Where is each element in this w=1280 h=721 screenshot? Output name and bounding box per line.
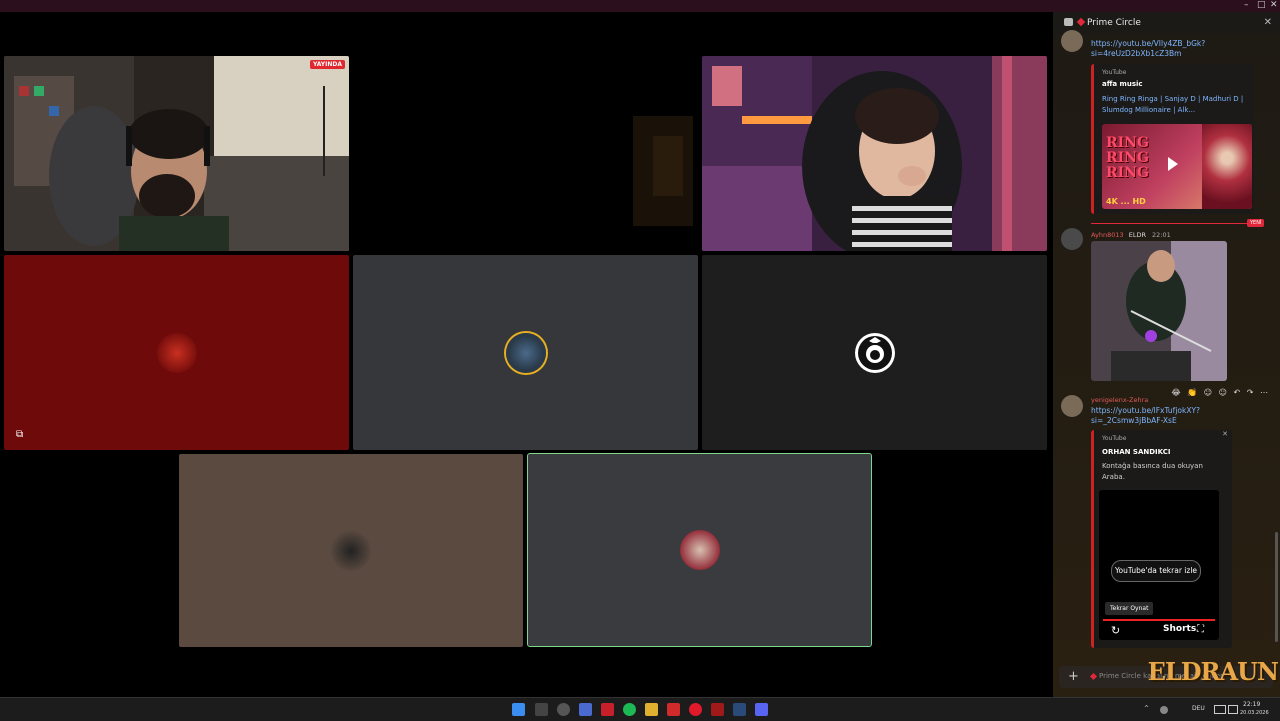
taskbar: ^ DEU 22:19 20.03.2026 — [0, 697, 1280, 721]
video-thumbnail[interactable]: RING RING RING 4K ... HD — [1102, 124, 1252, 209]
embed-source: YouTube — [1102, 435, 1127, 442]
embed-author[interactable]: affa music — [1102, 80, 1143, 88]
window-titlebar: – □ ✕ — [0, 0, 1280, 12]
app-dark-red-icon[interactable] — [711, 703, 724, 716]
app-x-icon[interactable] — [535, 703, 548, 716]
minimize-button[interactable]: – — [1244, 0, 1249, 10]
add-attachment-button[interactable]: + — [1068, 669, 1079, 684]
language-indicator[interactable]: DEU — [1192, 705, 1205, 712]
embed-description: Kontağa basınca dua okuyan Araba. — [1102, 462, 1203, 481]
channel-title: Prime Circle — [1087, 18, 1141, 28]
replay-icon[interactable]: ↻ — [1111, 624, 1120, 637]
new-messages-divider — [1091, 223, 1261, 224]
watch-on-youtube-button[interactable]: YouTube'da tekrar izle — [1111, 560, 1201, 582]
screen-share-icon[interactable]: ⧉ — [16, 429, 23, 440]
spotify-icon[interactable] — [623, 703, 636, 716]
live-badge: YAYINDA — [309, 60, 345, 69]
message-link[interactable]: https://youtu.be/VIly4ZB_bGk?si=4reUzD2b… — [1091, 39, 1221, 59]
user-avatar[interactable] — [1061, 228, 1083, 250]
dark-video-tile[interactable] — [353, 56, 698, 251]
network-icon[interactable] — [1214, 705, 1226, 714]
guest-video-tile[interactable] — [702, 56, 1047, 251]
shorts-label[interactable]: Shorts — [1163, 624, 1196, 634]
embed-author[interactable]: ORHAN SANDIKCI — [1102, 448, 1171, 456]
chat-header: Prime Circle ✕ — [1053, 12, 1280, 34]
maximize-button[interactable]: □ — [1257, 0, 1266, 10]
chat-scrollbar[interactable] — [1275, 532, 1278, 642]
user-avatar[interactable] — [1061, 395, 1083, 417]
clock-time[interactable]: 22:19 — [1243, 701, 1260, 708]
voice-stage: YAYINDA ⧉ — [0, 12, 1052, 697]
dark-room-image — [353, 56, 698, 251]
user-avatar[interactable] — [1061, 30, 1083, 52]
embed-source: YouTube — [1102, 69, 1127, 76]
clock-date[interactable]: 20.03.2026 — [1240, 710, 1269, 716]
embed-close-button[interactable]: ✕ — [1222, 430, 1228, 438]
chat-panel: Prime Circle ✕ https://youtu.be/VIly4ZB_… — [1053, 12, 1280, 697]
timestamp: 22:01 — [1152, 231, 1171, 239]
participant-tile-dark[interactable] — [702, 255, 1047, 450]
participant-avatar — [679, 530, 720, 570]
app-red-icon[interactable] — [667, 703, 680, 716]
folder-icon[interactable] — [645, 703, 658, 716]
fullscreen-icon[interactable]: ⛶ — [1197, 624, 1204, 635]
image-attachment[interactable] — [1091, 241, 1227, 381]
user-tag: ELDR — [1128, 231, 1146, 239]
attachment-image — [1091, 241, 1227, 381]
youtube-embed: YouTube affa music Ring Ring Ringa | San… — [1091, 64, 1254, 214]
participant-tile-red[interactable]: ⧉ — [4, 255, 349, 450]
message-actions-bar[interactable]: 😂 👏 ☺ ☺ ↶ ↷ ⋯ — [1171, 388, 1270, 397]
steam-icon[interactable] — [733, 703, 746, 716]
lion-avatar — [854, 332, 895, 373]
heart-icon — [1089, 672, 1098, 681]
app-a-icon[interactable] — [601, 703, 614, 716]
streamer-video-tile[interactable]: YAYINDA — [4, 56, 349, 251]
participant-avatar — [331, 530, 371, 571]
thumbnail-person — [1202, 124, 1252, 209]
participant-avatar — [156, 332, 197, 373]
participant-avatar — [505, 332, 546, 373]
watermark-logo: ELDRAUN — [1147, 657, 1279, 686]
tray-chevron-icon[interactable]: ^ — [1144, 705, 1149, 712]
username[interactable]: Ayhn8013 — [1091, 231, 1124, 239]
close-chat-button[interactable]: ✕ — [1264, 17, 1272, 28]
guest-webcam-image — [702, 56, 1047, 251]
tray-app-icon[interactable] — [1160, 706, 1168, 714]
thumbnail-quality: 4K ... HD — [1106, 197, 1146, 206]
close-window-button[interactable]: ✕ — [1270, 0, 1278, 10]
streamer-webcam-image — [4, 56, 349, 251]
participant-tile-gray[interactable] — [353, 255, 698, 450]
play-icon[interactable] — [1168, 157, 1178, 171]
discord-icon[interactable] — [755, 703, 768, 716]
app-blue-icon[interactable] — [579, 703, 592, 716]
message-link[interactable]: https://youtu.be/lFxTufjokXY?si=_2Csmw3j… — [1091, 406, 1221, 426]
opera-icon[interactable] — [689, 703, 702, 716]
participant-tile-brown[interactable] — [179, 454, 523, 647]
app-circle-icon[interactable] — [557, 703, 570, 716]
message-username[interactable]: Ayhn8013 ELDR 22:01 — [1091, 231, 1171, 239]
chat-bubble-icon — [1064, 18, 1073, 26]
new-badge: YENİ — [1247, 219, 1265, 227]
embed-title[interactable]: Ring Ring Ringa | Sanjay D | Madhuri D |… — [1102, 94, 1252, 116]
youtube-player[interactable]: YouTube'da tekrar izle Tekrar Oynat ↻ Sh… — [1099, 490, 1219, 640]
video-progress-bar[interactable] — [1103, 619, 1215, 621]
start-windows-icon[interactable] — [512, 703, 525, 716]
username[interactable]: yenigelenx-Zehra — [1091, 396, 1148, 404]
volume-icon[interactable] — [1228, 705, 1238, 714]
replay-tooltip: Tekrar Oynat — [1105, 602, 1154, 615]
heart-icon — [1076, 17, 1086, 27]
participant-tile-speaking[interactable] — [527, 453, 872, 647]
